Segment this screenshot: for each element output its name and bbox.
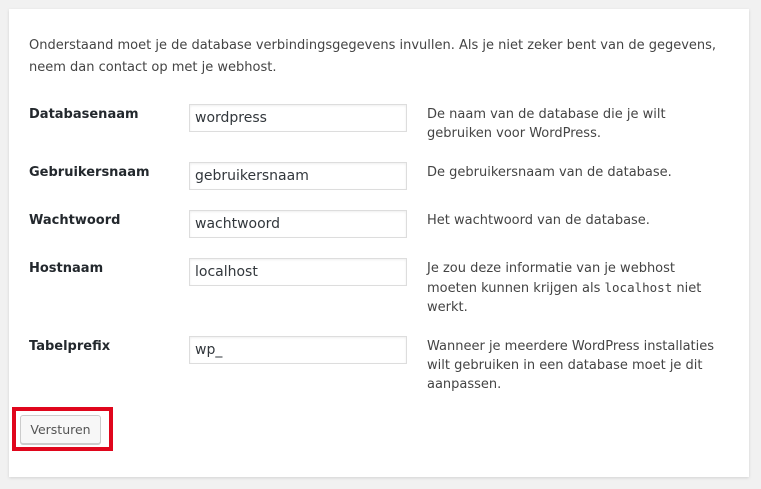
hostname-input[interactable] xyxy=(189,258,407,286)
intro-text: Onderstaand moet je de database verbindi… xyxy=(29,38,717,75)
table-prefix-help: Wanneer je meerdere WordPress installati… xyxy=(427,339,715,392)
password-help: Het wachtwoord van de database. xyxy=(427,213,650,228)
table-prefix-input[interactable] xyxy=(189,336,407,364)
setup-config-panel: Onderstaand moet je de database verbindi… xyxy=(9,9,749,477)
localhost-code: localhost xyxy=(604,280,673,295)
table-prefix-label: Tabelprefix xyxy=(29,339,111,354)
hostname-label: Hostnaam xyxy=(29,261,104,276)
password-input[interactable] xyxy=(189,210,407,238)
username-input[interactable] xyxy=(189,162,407,190)
password-label: Wachtwoord xyxy=(29,213,121,228)
dbname-input[interactable] xyxy=(189,104,407,132)
username-help: De gebruikersnaam van de database. xyxy=(427,165,672,180)
hostname-help: Je zou deze informatie van je webhost mo… xyxy=(427,259,717,317)
submit-button[interactable]: Versturen xyxy=(20,415,101,444)
dbname-help: De naam van de database die je wilt gebr… xyxy=(427,107,666,141)
username-label: Gebruikersnaam xyxy=(29,165,150,180)
dbname-label: Databasenaam xyxy=(29,107,139,122)
